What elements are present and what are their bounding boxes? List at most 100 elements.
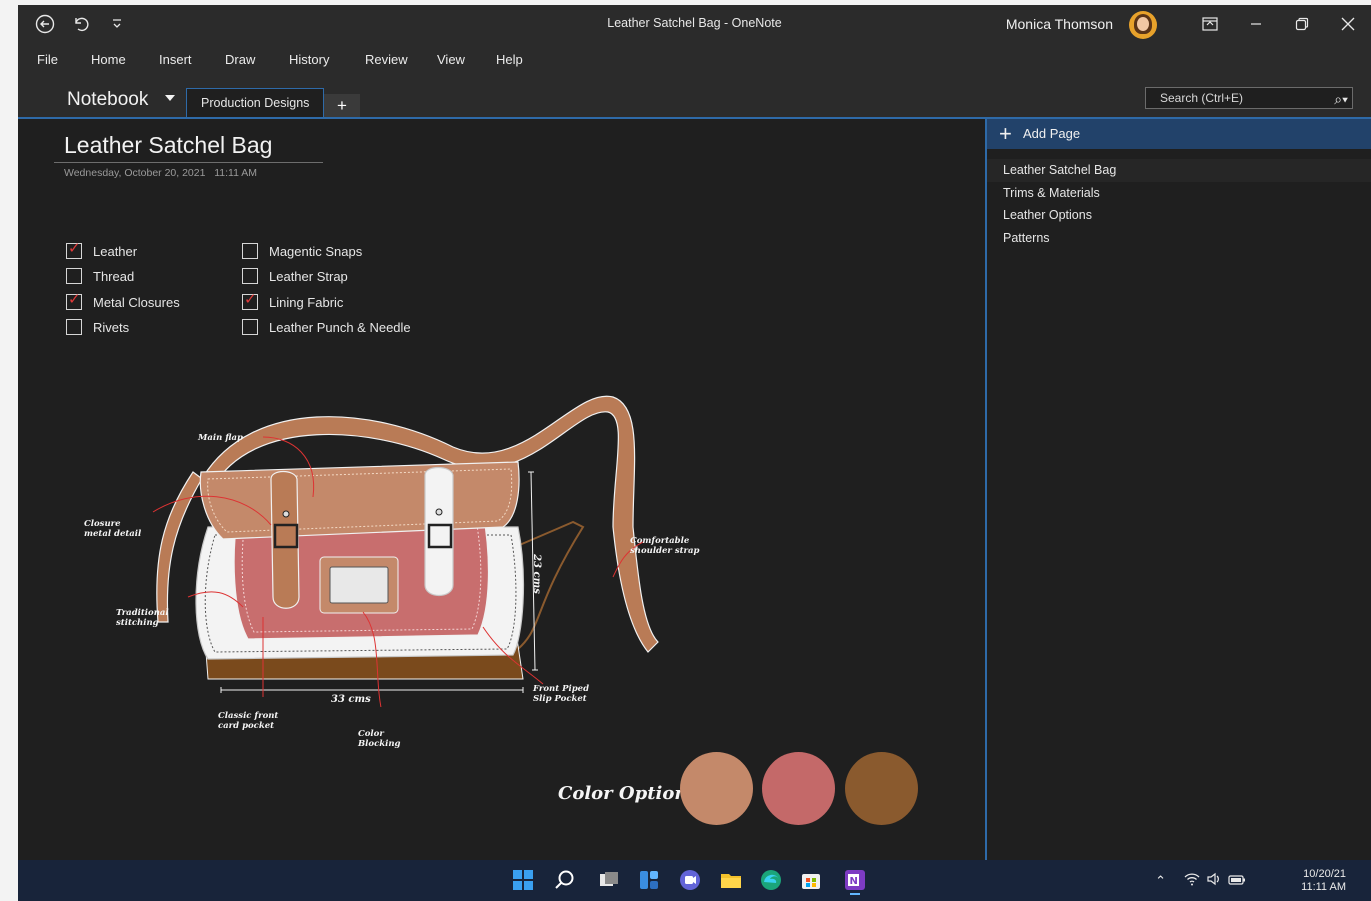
todo-label: Leather xyxy=(93,243,138,259)
add-page-button[interactable]: + Add Page xyxy=(987,119,1371,149)
menu-help[interactable]: Help xyxy=(496,52,523,67)
taskbar-clock[interactable]: 10/20/21 11:11 AM xyxy=(1301,868,1346,894)
wifi-icon[interactable] xyxy=(1184,872,1200,889)
annotation-front-pocket-line1: Front Piped xyxy=(533,684,590,694)
page-item-leather-options[interactable]: Leather Options xyxy=(987,204,1371,227)
menu-view[interactable]: View xyxy=(437,52,465,67)
search-icon[interactable]: ⌕▾ xyxy=(1334,89,1348,109)
todo-label: Leather Strap xyxy=(269,268,348,284)
checkbox-checked[interactable]: ✓ xyxy=(66,292,82,310)
page-item-trims-materials[interactable]: Trims & Materials xyxy=(987,182,1371,205)
file-explorer-icon[interactable] xyxy=(720,869,742,891)
pages-pane: + Add Page Leather Satchel Bag Trims & M… xyxy=(985,119,1371,860)
edge-icon[interactable] xyxy=(760,869,782,891)
menu-draw[interactable]: Draw xyxy=(225,52,255,67)
task-view-icon[interactable] xyxy=(598,869,620,891)
chevron-up-icon[interactable]: ⌃ xyxy=(1155,873,1166,889)
menu-review[interactable]: Review xyxy=(365,52,408,67)
title-bar: Leather Satchel Bag - OneNote Monica Tho… xyxy=(18,5,1371,43)
todo-label: Thread xyxy=(93,268,135,284)
start-icon[interactable] xyxy=(512,869,534,891)
color-swatch-tan xyxy=(680,752,753,825)
widgets-icon[interactable] xyxy=(638,869,660,891)
menu-insert[interactable]: Insert xyxy=(159,52,192,67)
todo-item[interactable]: Leather Strap xyxy=(242,266,348,286)
close-icon[interactable] xyxy=(1325,5,1371,43)
checkbox[interactable] xyxy=(242,268,258,284)
add-section-button[interactable]: + xyxy=(324,94,360,117)
annotation-color-blocking-line2: Blocking xyxy=(358,739,401,749)
annotation-stitching-line1: Traditional xyxy=(116,608,169,618)
page-item-leather-satchel-bag[interactable]: Leather Satchel Bag xyxy=(987,159,1371,182)
annotation-color-blocking: Color Blocking xyxy=(358,729,401,749)
todo-item[interactable]: Leather Punch & Needle xyxy=(242,317,411,337)
title-divider xyxy=(54,162,323,163)
annotation-front-pocket-line2: Slip Pocket xyxy=(533,694,587,704)
annotation-main-flap: Main flap xyxy=(198,433,243,443)
todo-label: Magentic Snaps xyxy=(269,243,363,259)
todo-item[interactable]: ✓ Metal Closures xyxy=(66,292,180,312)
svg-text:N: N xyxy=(850,876,858,887)
menu-history[interactable]: History xyxy=(289,52,329,67)
battery-icon[interactable] xyxy=(1228,873,1246,888)
annotation-closure-line1: Closure xyxy=(84,519,121,529)
menu-bar: File Home Insert Draw History Review Vie… xyxy=(18,43,1371,77)
color-swatch-brown xyxy=(845,752,918,825)
todo-item[interactable]: Rivets xyxy=(66,317,129,337)
checkbox[interactable] xyxy=(66,268,82,284)
plus-icon: + xyxy=(999,121,1012,146)
check-icon: ✓ xyxy=(68,240,81,257)
page-title[interactable]: Leather Satchel Bag xyxy=(64,132,272,159)
satchel-sketch xyxy=(152,395,659,707)
todo-label: Leather Punch & Needle xyxy=(269,319,411,335)
system-tray: ⌃ xyxy=(1155,860,1246,901)
search-placeholder: Search (Ctrl+E) xyxy=(1160,91,1244,105)
annotation-stitching-line2: stitching xyxy=(116,618,159,628)
checkbox[interactable] xyxy=(66,319,82,335)
avatar[interactable] xyxy=(1129,11,1157,39)
restore-icon[interactable] xyxy=(1279,5,1325,43)
checkbox-checked[interactable]: ✓ xyxy=(242,291,258,310)
todo-label: Lining Fabric xyxy=(269,294,344,310)
todo-item[interactable]: Thread xyxy=(66,266,134,286)
annotation-card-pocket-line1: Classic front xyxy=(218,711,279,721)
annotation-strap: Comfortable shoulder strap xyxy=(630,536,699,556)
minimize-icon[interactable] xyxy=(1233,5,1279,43)
window-title: Leather Satchel Bag - OneNote xyxy=(607,16,782,30)
notebook-dropdown-icon[interactable] xyxy=(165,95,175,101)
checkbox-checked[interactable]: ✓ xyxy=(66,240,82,259)
note-canvas[interactable]: Leather Satchel Bag Wednesday, October 2… xyxy=(18,119,985,860)
color-options-label: Color Options xyxy=(558,783,698,804)
color-swatch-rose xyxy=(762,752,835,825)
annotation-color-blocking-line1: Color xyxy=(358,729,384,739)
store-icon[interactable] xyxy=(800,869,822,891)
check-icon: ✓ xyxy=(244,291,257,308)
volume-icon[interactable] xyxy=(1206,872,1222,889)
checkbox[interactable] xyxy=(242,319,258,335)
clock-time: 11:11 AM xyxy=(1301,881,1346,893)
checkbox[interactable] xyxy=(242,243,258,259)
user-name[interactable]: Monica Thomson xyxy=(1006,16,1113,32)
annotation-card-pocket-line2: card pocket xyxy=(218,721,275,731)
section-tab-bar: Notebook Production Designs + Search (Ct… xyxy=(18,77,1371,119)
page-date: Wednesday, October 20, 2021 11:11 AM xyxy=(64,167,257,179)
chat-icon[interactable] xyxy=(679,869,701,891)
onenote-window: Leather Satchel Bag - OneNote Monica Tho… xyxy=(18,5,1371,901)
annotation-height: 23 cms xyxy=(530,554,542,594)
search-input[interactable]: Search (Ctrl+E) ⌕▾ xyxy=(1145,87,1353,109)
onenote-icon[interactable]: N xyxy=(844,869,866,895)
todo-item[interactable]: ✓ Lining Fabric xyxy=(242,292,343,312)
menu-file[interactable]: File xyxy=(37,52,58,67)
page-item-patterns[interactable]: Patterns xyxy=(987,227,1371,250)
menu-home[interactable]: Home xyxy=(91,52,126,67)
search-icon[interactable] xyxy=(554,869,576,891)
tab-production-designs[interactable]: Production Designs xyxy=(186,88,325,117)
annotation-strap-line1: Comfortable xyxy=(630,536,690,546)
taskbar: N ⌃ 10/20/21 11:11 AM xyxy=(18,860,1371,901)
ribbon-display-icon[interactable] xyxy=(1187,5,1233,43)
todo-label: Rivets xyxy=(93,319,130,335)
notebook-name[interactable]: Notebook xyxy=(67,89,148,111)
todo-item[interactable]: Magentic Snaps xyxy=(242,241,362,261)
todo-item[interactable]: ✓ Leather xyxy=(66,241,137,261)
page-time-value: 11:11 AM xyxy=(214,167,258,179)
